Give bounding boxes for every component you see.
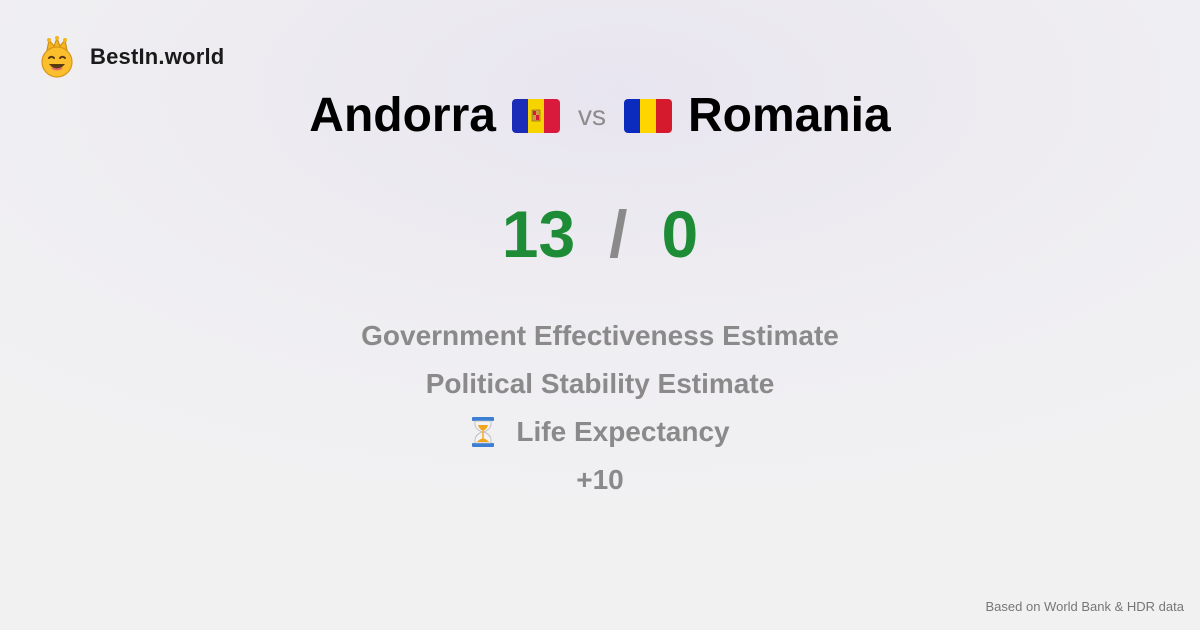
- metric-item: Political Stability Estimate: [0, 360, 1200, 408]
- metric-label: +10: [576, 464, 624, 495]
- metric-label: Political Stability Estimate: [425, 368, 775, 399]
- left-score: 13: [501, 197, 576, 271]
- metric-label: Life Expectancy: [516, 416, 730, 447]
- vs-label: vs: [577, 100, 606, 131]
- left-country-name: Andorra: [309, 89, 496, 142]
- comparison-title: Andorra vs Romania: [0, 86, 1200, 146]
- score-display: 13 / 0: [0, 196, 1200, 272]
- metric-item: +10: [0, 456, 1200, 504]
- brand-logo[interactable]: BestIn.world: [38, 36, 224, 78]
- metric-item: Government Effectiveness Estimate: [0, 312, 1200, 360]
- brand-name: BestIn.world: [90, 44, 225, 69]
- metric-item: Life Expectancy: [0, 408, 1200, 456]
- romania-flag-icon: [623, 99, 672, 133]
- data-source-note: Based on World Bank & HDR data: [985, 599, 1184, 614]
- metric-label: Government Effectiveness Estimate: [361, 320, 839, 351]
- andorra-flag-icon: [511, 99, 560, 133]
- score-separator: /: [609, 197, 628, 271]
- right-country-name: Romania: [687, 89, 891, 142]
- hourglass-icon: [472, 417, 495, 447]
- right-score: 0: [661, 197, 699, 271]
- metrics-list: Government Effectiveness Estimate Politi…: [0, 312, 1200, 504]
- crown-smiley-icon: [41, 36, 73, 78]
